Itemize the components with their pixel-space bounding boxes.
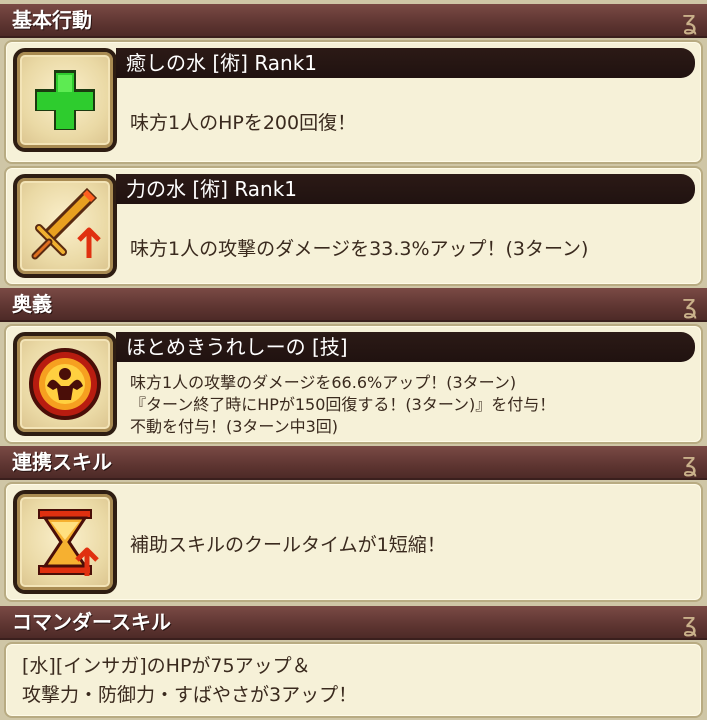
skill-description: 味方1人のHPを200回復！ [130,112,357,134]
muscle-emblem-icon [13,332,117,436]
section-title: 基本行動 [12,8,92,32]
section-header-ougi: 奥義 ʓ [0,288,707,322]
ougi-line: 味方1人の攻撃のダメージを66.6%アップ！(3ターン) [130,373,517,392]
swirl-ornament-icon: ʓ [681,448,697,478]
section-header-commander: コマンダースキル ʓ [0,606,707,640]
commander-line: 攻撃力・防御力・すばやさが3アップ！ [22,684,358,706]
green-cross-heal-icon [13,48,117,152]
swirl-ornament-icon: ʓ [681,290,697,320]
ougi-line: 『ターン終了時にHPが150回復する！(3ターン)』を付与！ [130,395,556,414]
skill-description: 味方1人の攻撃のダメージを33.3%アップ！(3ターン) [130,238,589,260]
commander-description: [水][インサガ]のHPが75アップ＆ 攻撃力・防御力・すばやさが3アップ！ [22,652,357,710]
renkei-description: 補助スキルのクールタイムが1短縮！ [130,534,446,556]
commander-line: [水][インサガ]のHPが75アップ＆ [22,655,311,677]
skill-title: 力の水 [術] Rank1 [116,174,695,204]
sword-attack-up-icon [13,174,117,278]
hourglass-up-icon [13,490,117,594]
ougi-card[interactable]: ほとめきうれしーの [技] 味方1人の攻撃のダメージを66.6%アップ！(3ター… [4,324,703,444]
skill-title: 癒しの水 [術] Rank1 [116,48,695,78]
ougi-title: ほとめきうれしーの [技] [116,332,695,362]
ougi-description: 味方1人の攻撃のダメージを66.6%アップ！(3ターン) 『ターン終了時にHPが… [130,372,555,438]
section-title: コマンダースキル [12,610,171,634]
section-title: 奥義 [12,292,52,316]
renkei-card[interactable]: 補助スキルのクールタイムが1短縮！ [4,482,703,602]
commander-card[interactable]: [水][インサガ]のHPが75アップ＆ 攻撃力・防御力・すばやさが3アップ！ [4,642,703,718]
swirl-ornament-icon: ʓ [681,608,697,638]
skill-card-power[interactable]: 力の水 [術] Rank1 味方1人の攻撃のダメージを33.3%アップ！(3ター… [4,166,703,286]
section-title: 連携スキル [12,450,112,474]
section-header-renkei: 連携スキル ʓ [0,446,707,480]
section-header-basic: 基本行動 ʓ [0,4,707,38]
ougi-line: 不動を付与！(3ターン中3回) [130,417,339,436]
skill-card-heal[interactable]: 癒しの水 [術] Rank1 味方1人のHPを200回復！ [4,40,703,164]
swirl-ornament-icon: ʓ [681,6,697,36]
